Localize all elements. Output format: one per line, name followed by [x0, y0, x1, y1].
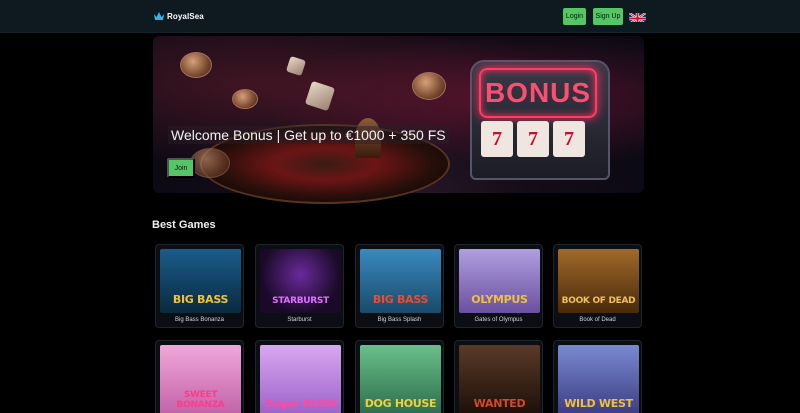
- bonus-neon-sign: BONUS: [479, 68, 597, 118]
- game-thumbnail: DOG HOUSE: [360, 345, 441, 413]
- game-card[interactable]: BIG BASS Big Bass Splash: [355, 244, 444, 328]
- coin-image: [190, 148, 230, 178]
- game-card[interactable]: BIG BASS Big Bass Bonanza: [155, 244, 244, 328]
- game-card[interactable]: STARBURST Starburst: [255, 244, 344, 328]
- game-name: Big Bass Bonanza: [174, 317, 225, 323]
- game-thumbnail: Sugar RUSH: [260, 345, 341, 413]
- game-name: Starburst: [287, 317, 312, 323]
- crown-icon: [154, 12, 164, 20]
- slot-reel: 7: [517, 121, 549, 157]
- slot-reel: 7: [481, 121, 513, 157]
- game-thumbnail: WILD WEST: [558, 345, 639, 413]
- game-thumbnail: STARBURST: [260, 249, 341, 313]
- game-thumbnail-title: SWEET BONANZA: [176, 390, 225, 410]
- login-button[interactable]: Login: [563, 8, 586, 25]
- game-card[interactable]: OLYMPUS Gates of Olympus: [454, 244, 543, 328]
- hero-title: Welcome Bonus | Get up to €1000 + 350 FS: [168, 126, 449, 144]
- top-header: RoyalSea Login Sign Up: [0, 0, 800, 33]
- game-thumbnail: OLYMPUS: [459, 249, 540, 313]
- game-name: Big Bass Splash: [377, 317, 422, 323]
- coin-image: [232, 89, 258, 109]
- signup-button[interactable]: Sign Up: [593, 8, 623, 25]
- game-card[interactable]: BOOK OF DEAD Book of Dead: [553, 244, 642, 328]
- logo-text: RoyalSea: [167, 11, 204, 21]
- game-thumbnail-title: BOOK OF DEAD: [561, 296, 636, 306]
- game-thumbnail: BIG BASS: [160, 249, 241, 313]
- game-thumbnail: BOOK OF DEAD: [558, 249, 639, 313]
- game-card[interactable]: DOG HOUSE: [355, 340, 444, 413]
- section-title-best-games: Best Games: [152, 219, 216, 231]
- coin-image: [180, 52, 212, 78]
- game-thumbnail-title: DOG HOUSE: [364, 397, 437, 410]
- game-thumbnail: BIG BASS: [360, 249, 441, 313]
- game-thumbnail-title: OLYMPUS: [471, 293, 528, 306]
- game-card[interactable]: Sugar RUSH: [255, 340, 344, 413]
- bonus-sign-text: BONUS: [484, 77, 592, 108]
- game-card[interactable]: WILD WEST: [553, 340, 642, 413]
- coin-image: [412, 72, 446, 100]
- game-thumbnail-title: Sugar RUSH: [264, 397, 337, 410]
- game-thumbnail: WANTED: [459, 345, 540, 413]
- game-thumbnail-title: WANTED: [473, 397, 526, 410]
- game-thumbnail-title: STARBURST: [272, 296, 329, 306]
- uk-flag-icon[interactable]: [629, 11, 646, 22]
- game-thumbnail-title: BIG BASS: [372, 293, 429, 306]
- game-card[interactable]: SWEET BONANZA: [155, 340, 244, 413]
- slot-reel: 7: [553, 121, 585, 157]
- game-name: Book of Dead: [579, 317, 616, 323]
- game-thumbnail: SWEET BONANZA: [160, 345, 241, 413]
- game-thumbnail-title: BIG BASS: [172, 293, 229, 306]
- join-button[interactable]: Join: [167, 158, 195, 178]
- game-name: Gates of Olympus: [474, 317, 523, 323]
- game-thumbnail-title: WILD WEST: [564, 397, 633, 410]
- game-card[interactable]: WANTED: [454, 340, 543, 413]
- slot-reels: 7 7 7: [481, 121, 585, 157]
- site-logo[interactable]: RoyalSea: [154, 9, 204, 23]
